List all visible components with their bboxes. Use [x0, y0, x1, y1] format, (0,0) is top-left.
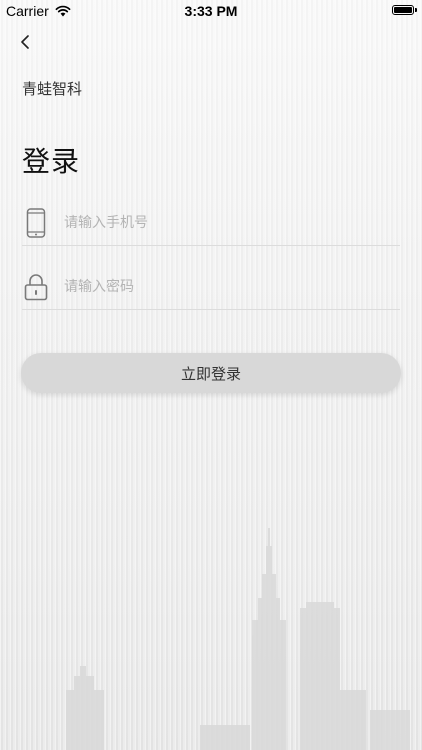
phone-icon — [22, 207, 50, 239]
page-title: 登录 — [22, 145, 81, 178]
login-button-label: 立即登录 — [180, 364, 241, 383]
status-time: 3:33 PM — [184, 3, 238, 19]
back-button[interactable] — [14, 30, 36, 54]
phone-field-divider — [22, 245, 400, 246]
company-name: 青蛙智科 — [22, 80, 83, 98]
phone-input[interactable] — [64, 208, 400, 238]
city-skyline-illustration — [66, 528, 410, 750]
password-input[interactable] — [64, 272, 400, 302]
chevron-left-icon — [21, 35, 29, 49]
password-field — [22, 264, 400, 310]
battery-icon — [392, 5, 417, 15]
status-bar: Carrier 3:33 PM — [0, 0, 422, 24]
phone-field — [22, 200, 400, 246]
login-button[interactable]: 立即登录 — [21, 353, 401, 393]
password-field-divider — [22, 309, 400, 310]
lock-icon — [22, 271, 50, 303]
